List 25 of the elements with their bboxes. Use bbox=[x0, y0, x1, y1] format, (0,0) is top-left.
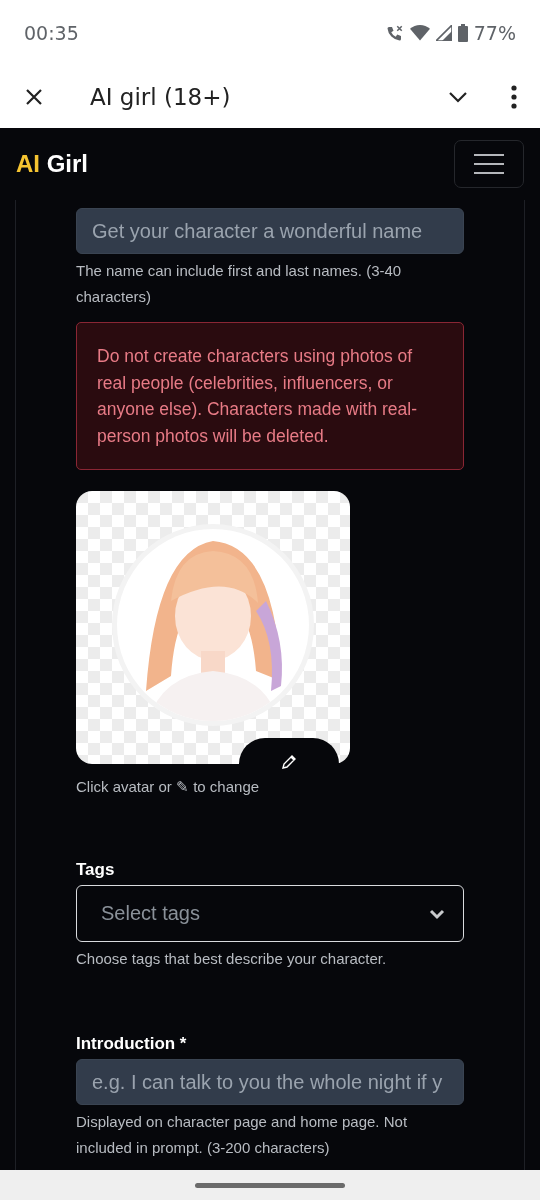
tags-hint: Choose tags that best describe your character. bbox=[76, 949, 388, 969]
avatar-caption: Click avatar or ✎ to change bbox=[76, 778, 261, 796]
name-field[interactable]: Get your character a wonderful name bbox=[76, 208, 464, 254]
home-indicator[interactable] bbox=[195, 1182, 345, 1188]
more-menu-button[interactable] bbox=[510, 84, 518, 109]
name-hint: The name can include first and last names. (3-40 characters) bbox=[76, 261, 403, 307]
signal-icon bbox=[435, 24, 452, 41]
menu-icon bbox=[473, 152, 505, 176]
clock: 00:35 bbox=[24, 21, 79, 44]
menu-button[interactable] bbox=[454, 140, 524, 188]
site-logo[interactable]: AI Girl bbox=[16, 150, 88, 178]
chevron-down-icon bbox=[429, 907, 445, 920]
tags-label: Tags bbox=[76, 860, 116, 880]
wifi-icon bbox=[409, 24, 430, 41]
phone-call-icon bbox=[385, 23, 404, 42]
battery-icon bbox=[457, 23, 468, 42]
pencil-icon bbox=[281, 754, 297, 770]
more-icon bbox=[510, 84, 518, 109]
introduction-field[interactable]: e.g. I can talk to you the whole night if y bbox=[76, 1059, 464, 1105]
battery-level: 77% bbox=[473, 21, 516, 44]
page-title: AI girl (18+) bbox=[90, 83, 232, 110]
introduction-label: Introduction * bbox=[76, 1034, 188, 1054]
introduction-hint: Displayed on character page and home page. Not included in prompt. (3-200 characters) bbox=[76, 1112, 409, 1158]
tags-select[interactable]: Select tags bbox=[76, 885, 464, 942]
warning-message: Do not create characters using photos of real people (celebrities, influencers, or anyone else). Characters made with real-person photos will be deleted. bbox=[76, 322, 464, 470]
